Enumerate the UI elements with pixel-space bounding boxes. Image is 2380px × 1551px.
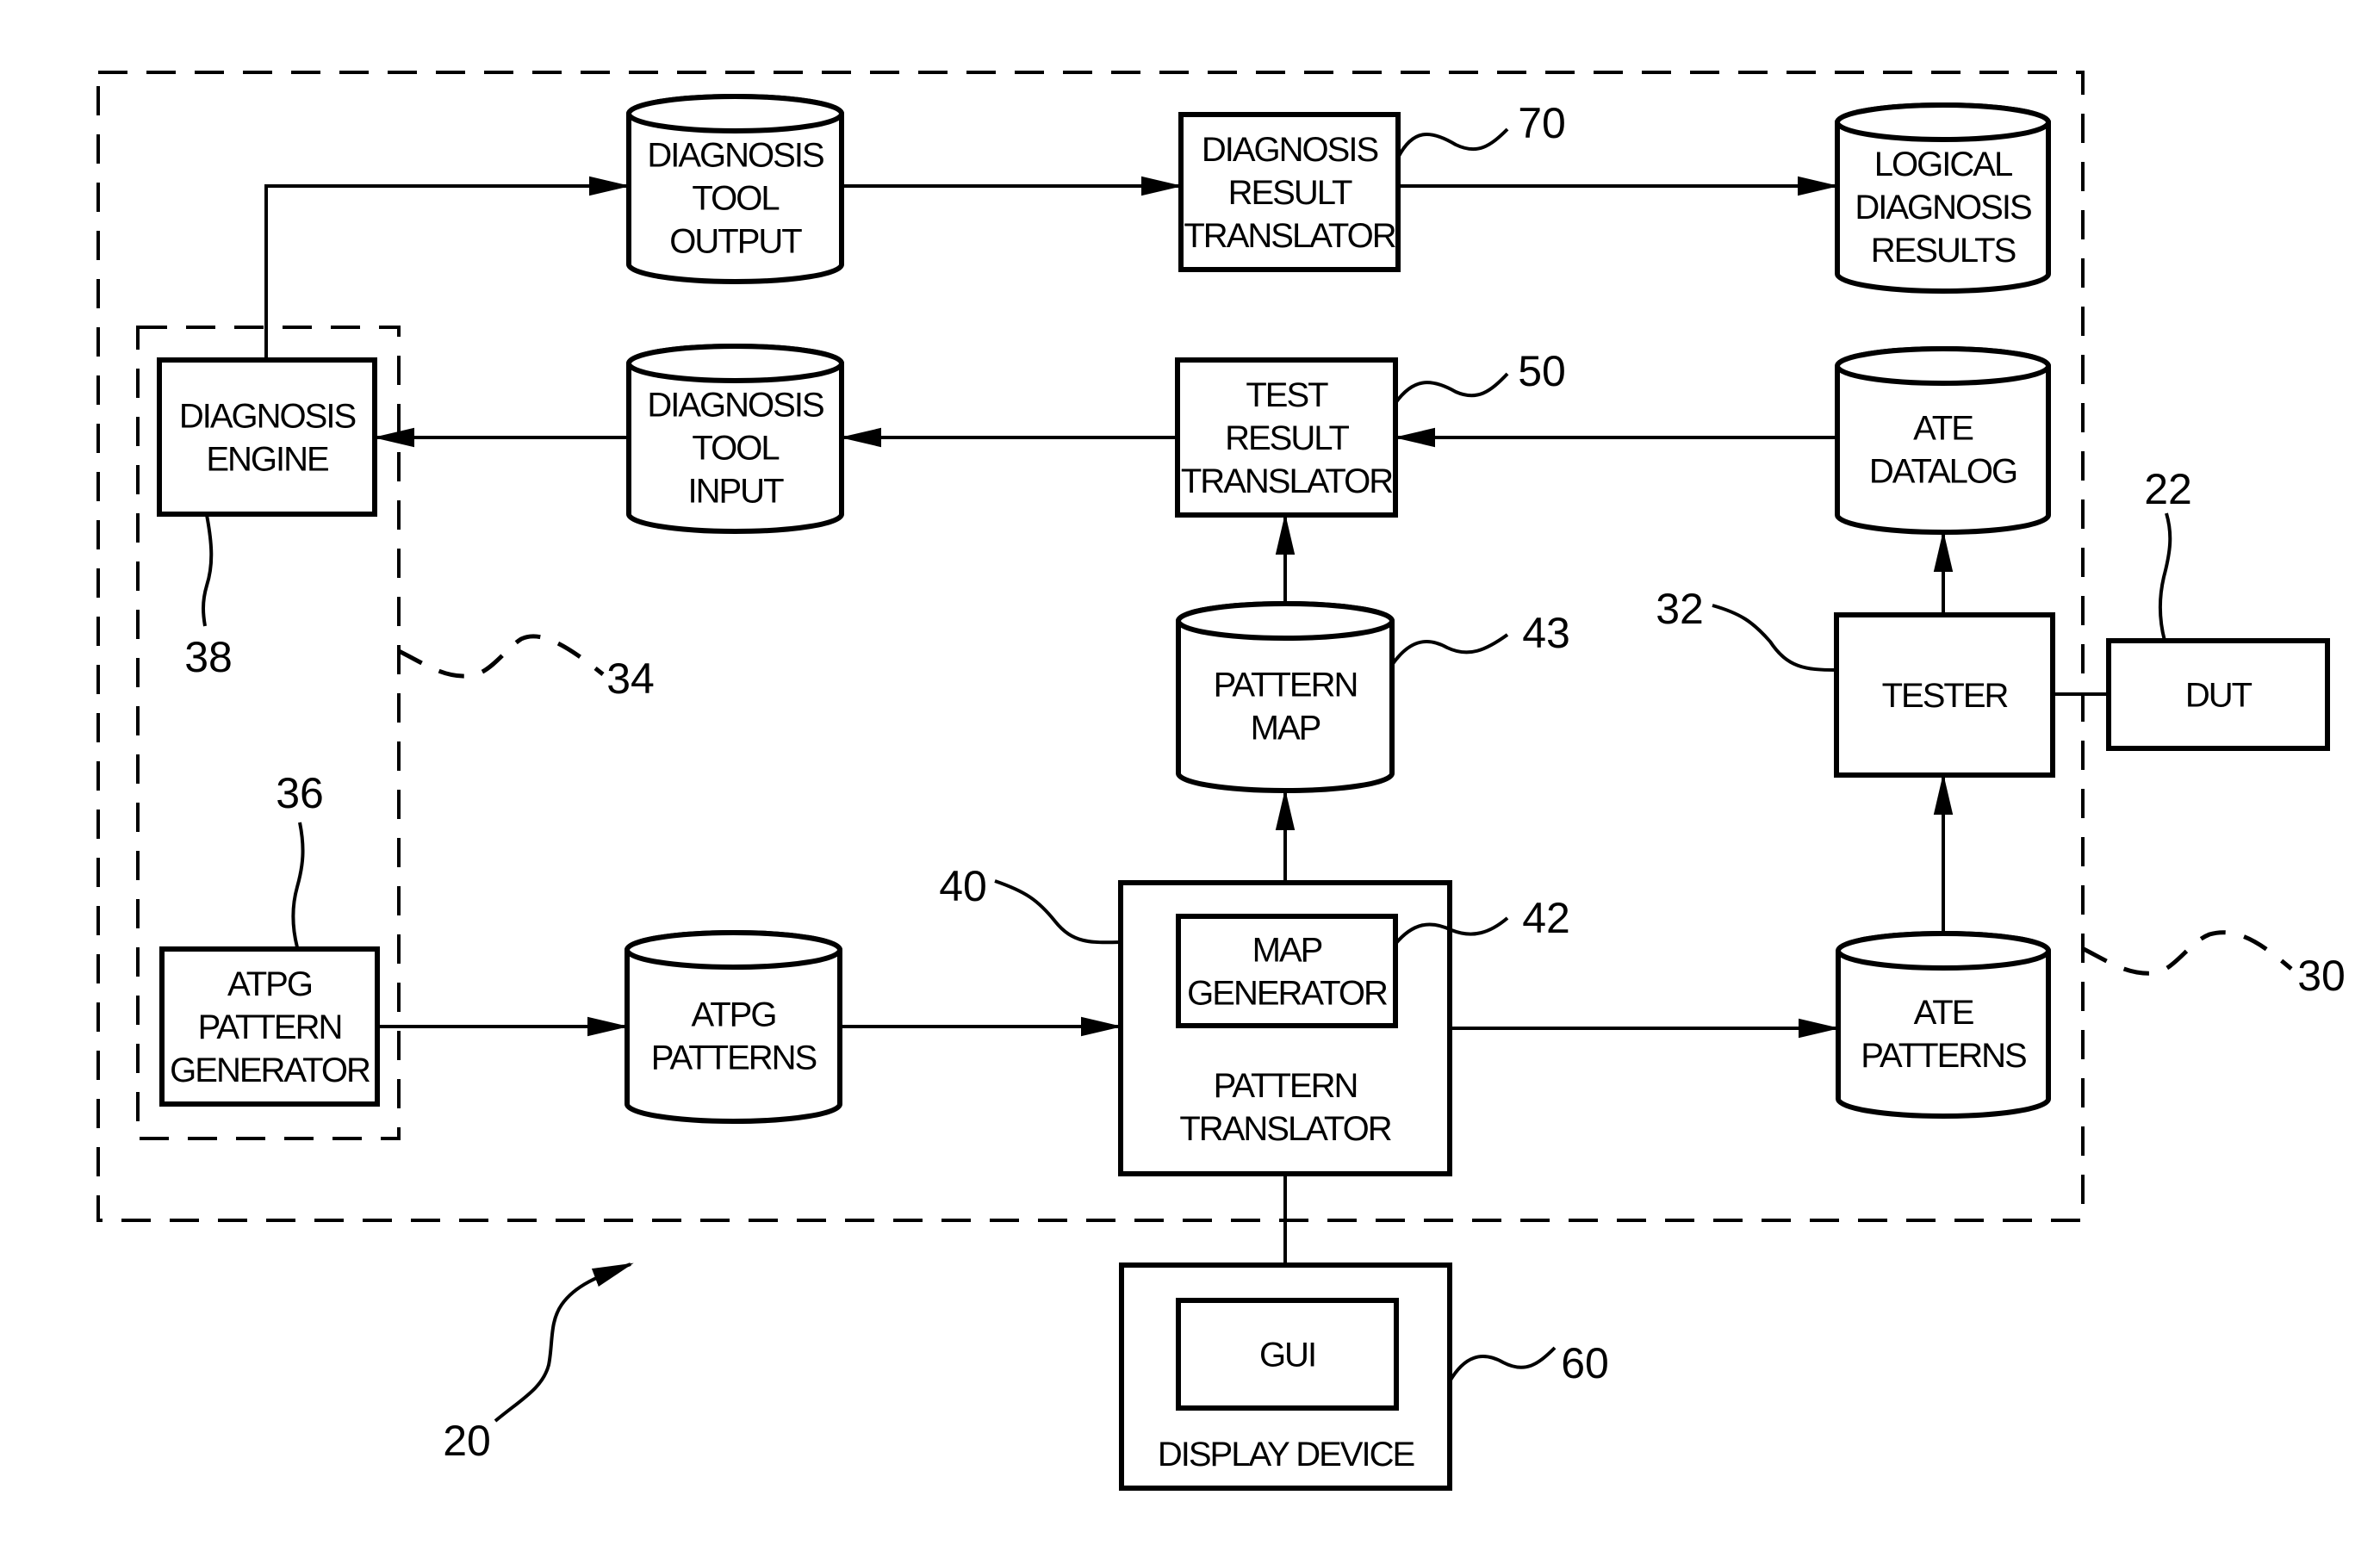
node-pattern-map: PATTERN MAP: [1176, 601, 1395, 793]
logical-diagnosis-results-cylinder-top: [1835, 102, 2051, 142]
nodes: DIAGNOSIS TOOL OUTPUT DIAGNOSIS RESULT TRANSL…: [157, 94, 2330, 1491]
diagnosis-tool-input-label-line: TOOL: [692, 430, 779, 468]
leader-34: [397, 634, 605, 679]
ref-50: 50: [1518, 347, 1566, 395]
ref-42: 42: [1522, 894, 1570, 942]
node-diagnosis-result-translator: DIAGNOSIS RESULT TRANSLATOR: [1178, 112, 1401, 272]
node-diagnosis-engine: DIAGNOSIS ENGINE: [157, 357, 377, 517]
node-logical-diagnosis-results: LOGICAL DIAGNOSIS RESULTS: [1835, 102, 2051, 294]
ref-32: 32: [1656, 585, 1704, 633]
pattern-map-label-line: MAP: [1251, 710, 1320, 748]
ref-22: 22: [2144, 465, 2192, 513]
ref-70: 70: [1518, 99, 1566, 147]
atpg-patterns-label-line: PATTERNS: [651, 1039, 817, 1077]
leader-30: [2082, 930, 2293, 976]
tester-label-line: TESTER: [1882, 677, 2009, 715]
logical-diagnosis-results-label-line: RESULTS: [1871, 232, 2016, 270]
diagnosis-engine-box: [157, 357, 377, 517]
atpg-pattern-generator-label-line: ATPG: [227, 965, 312, 1003]
ref-34: 34: [606, 655, 655, 703]
node-diagnosis-tool-input: DIAGNOSIS TOOL INPUT: [626, 344, 844, 534]
test-result-translator-label-line: RESULT: [1225, 419, 1349, 457]
map-generator-label-line: GENERATOR: [1187, 975, 1388, 1013]
ref-30: 30: [2297, 952, 2346, 1000]
atpg-pattern-generator-label-line: PATTERN: [198, 1008, 342, 1046]
ate-patterns-label-line: PATTERNS: [1861, 1037, 2026, 1075]
ref-36: 36: [276, 769, 324, 817]
ref-40: 40: [939, 862, 987, 910]
node-dut: DUT: [2106, 638, 2330, 751]
ate-patterns-label-line: ATE: [1914, 994, 1973, 1032]
leader-38: [202, 514, 214, 627]
system-boundary-30: [96, 71, 2085, 1222]
pattern-map-label-line: PATTERN: [1214, 667, 1358, 704]
diagnosis-result-translator-label-line: RESULT: [1228, 174, 1352, 212]
ref-20: 20: [443, 1417, 491, 1465]
leader-32: [1712, 604, 1837, 672]
diagnosis-tool-output-label-line: OUTPUT: [669, 223, 802, 261]
display-device-label-line: DISPLAY DEVICE: [1158, 1436, 1414, 1473]
diagnosis-tool-input-cylinder-top: [626, 344, 844, 383]
dut-label-line: DUT: [2185, 677, 2253, 715]
node-ate-patterns: ATE PATTERNS: [1836, 931, 2051, 1119]
pattern-translator-label-line: TRANSLATOR: [1179, 1110, 1391, 1148]
node-ate-datalog: ATE DATALOG: [1835, 346, 2051, 535]
atpg-patterns-cylinder-top: [625, 930, 842, 970]
diagnosis-result-translator-label-line: TRANSLATOR: [1184, 217, 1395, 255]
atpg-pattern-generator-label-line: GENERATOR: [170, 1052, 370, 1089]
leader-36: [291, 822, 305, 948]
diagnosis-tool-output-label-line: DIAGNOSIS: [647, 137, 823, 175]
leader-22: [2158, 512, 2172, 642]
leader-43: [1390, 633, 1509, 667]
logical-diagnosis-results-label-line: DIAGNOSIS: [1855, 189, 2031, 226]
gui-label-line: GUI: [1259, 1337, 1315, 1374]
node-gui: GUI: [1176, 1298, 1399, 1411]
diagnosis-tool-input-label-line: INPUT: [688, 473, 785, 511]
pattern-translator-label-line: PATTERN: [1214, 1067, 1358, 1105]
edge-engine-to-tool-output: [264, 176, 631, 360]
leader-60: [1448, 1346, 1557, 1383]
ref-43: 43: [1522, 609, 1570, 657]
diagnosis-engine-label-line: DIAGNOSIS: [179, 398, 356, 436]
node-map-generator: MAP GENERATOR: [1176, 914, 1398, 1028]
diagnosis-result-translator-label-line: DIAGNOSIS: [1202, 131, 1378, 169]
logical-diagnosis-results-label-line: LOGICAL: [1874, 146, 2012, 183]
diagnosis-tool-output-label-line: TOOL: [692, 180, 779, 218]
block-diagram: DIAGNOSIS TOOL OUTPUT DIAGNOSIS RESULT TRANSL…: [96, 71, 2346, 1491]
node-diagnosis-tool-output: DIAGNOSIS TOOL OUTPUT: [626, 94, 844, 284]
leader-40: [994, 879, 1122, 945]
diagnosis-engine-label-line: ENGINE: [206, 441, 328, 479]
ate-patterns-cylinder-top: [1836, 931, 2051, 971]
diagnosis-tool-input-label-line: DIAGNOSIS: [647, 387, 823, 425]
atpg-patterns-label-line: ATPG: [692, 996, 776, 1034]
ref-38: 38: [184, 633, 233, 681]
node-test-result-translator: TEST RESULT TRANSLATOR: [1175, 357, 1398, 518]
node-atpg-pattern-generator: ATPG PATTERN GENERATOR: [159, 946, 380, 1107]
ate-datalog-label-line: ATE: [1913, 410, 1973, 448]
leader-70: [1396, 127, 1509, 158]
pattern-map-cylinder-top: [1176, 601, 1395, 641]
ate-datalog-label-line: DATALOG: [1869, 453, 2016, 491]
node-atpg-patterns: ATPG PATTERNS: [625, 930, 842, 1124]
map-generator-label-line: MAP: [1252, 932, 1322, 970]
test-result-translator-label-line: TRANSLATOR: [1181, 462, 1393, 500]
ate-datalog-cylinder-top: [1835, 346, 2051, 386]
leader-50: [1394, 372, 1509, 405]
test-result-translator-label-line: TEST: [1246, 376, 1328, 414]
node-tester: TESTER: [1834, 612, 2055, 778]
ref-60: 60: [1561, 1339, 1609, 1387]
leader-20-arrow: [494, 1263, 634, 1423]
diagnosis-tool-output-cylinder-top: [626, 94, 844, 133]
